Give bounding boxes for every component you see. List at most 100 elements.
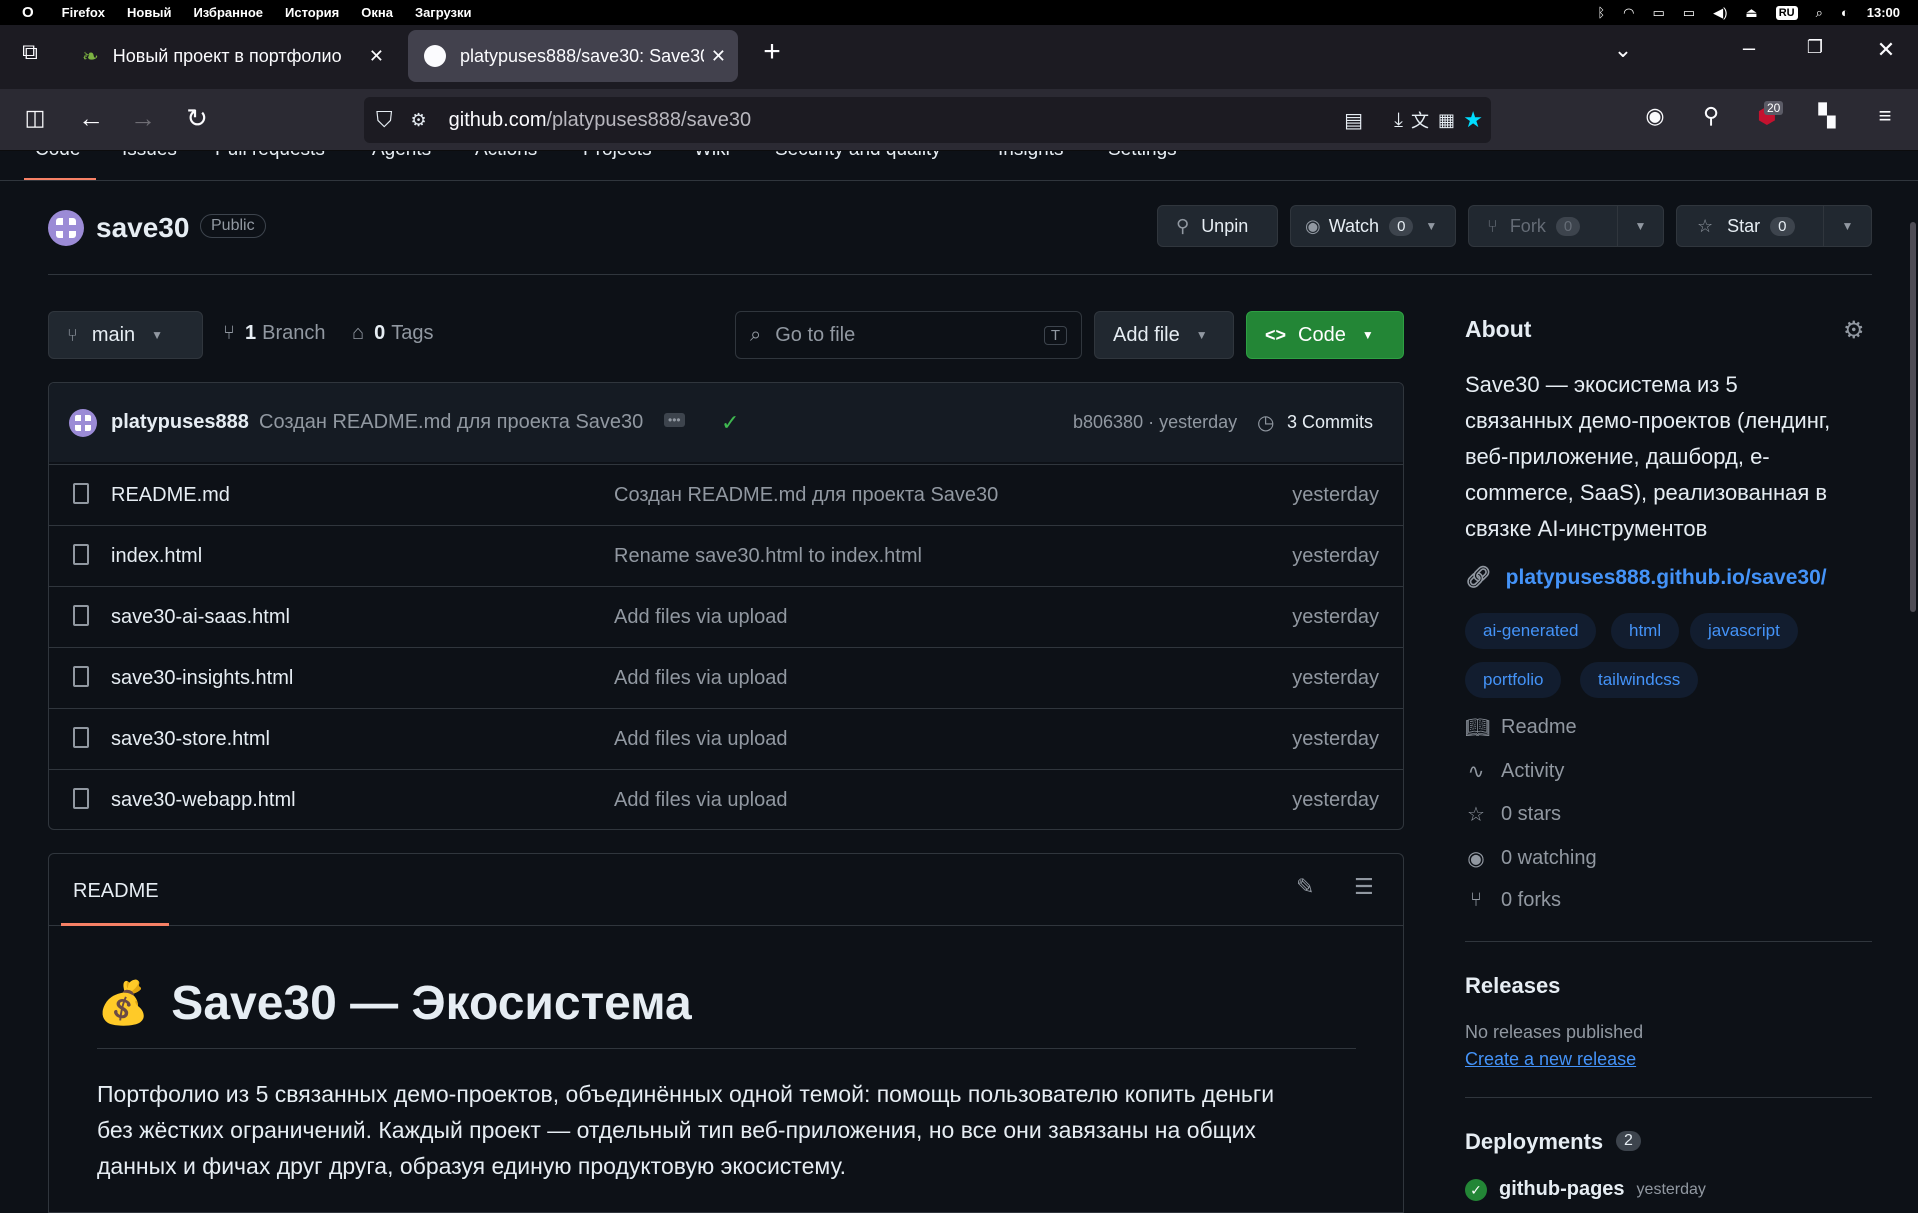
account-icon[interactable]: ◉ <box>1640 103 1670 129</box>
bluetooth-icon[interactable]: ᛒ <box>1597 5 1605 20</box>
topic-javascript[interactable]: javascript <box>1690 613 1798 649</box>
search-icon[interactable]: ⌕ <box>1816 5 1823 21</box>
about-settings-gear-icon[interactable]: ⚙ <box>1843 316 1865 345</box>
save-page-icon[interactable]: ⤓ <box>1394 109 1403 132</box>
topic-tailwindcss[interactable]: tailwindcss <box>1580 662 1699 698</box>
apps-icon[interactable]: ▚ <box>1812 103 1842 129</box>
edit-pencil-icon[interactable]: ✎ <box>1296 874 1314 900</box>
commits-link[interactable]: 3 Commits <box>1287 412 1373 433</box>
repo-tab-agents[interactable]: Agents <box>372 151 431 161</box>
outline-list-icon[interactable]: ☰ <box>1354 874 1374 900</box>
menu-new[interactable]: Новый <box>127 5 171 20</box>
activity-link[interactable]: ∿ Activity <box>1465 759 1565 784</box>
file-row[interactable]: save30-insights.html Add files via upload… <box>49 647 1403 708</box>
readme-tab[interactable]: README <box>73 880 159 903</box>
file-row[interactable]: save30-store.html Add files via upload yes… <box>49 708 1403 769</box>
ellipsis-icon[interactable]: ••• <box>664 413 685 427</box>
create-release-link[interactable]: Create a new release <box>1465 1049 1636 1070</box>
file-commit-message[interactable]: Add files via upload <box>614 667 787 690</box>
wifi-icon[interactable]: ◠ <box>1623 5 1634 21</box>
readme-link[interactable]: 📖︎ Readme <box>1465 715 1577 740</box>
unpin-button[interactable]: ⚲ Unpin <box>1157 205 1278 247</box>
file-name[interactable]: README.md <box>111 484 230 507</box>
menu-history[interactable]: История <box>285 5 339 20</box>
commit-author[interactable]: platypuses888 <box>111 411 249 434</box>
homepage-link[interactable]: 🔗︎ platypuses888.github.io/save30/ <box>1465 566 1827 590</box>
tags-link[interactable]: ⌂ 0 Tags <box>352 322 433 345</box>
file-commit-message[interactable]: Создан README.md для проекта Save30 <box>614 484 998 507</box>
watching-link[interactable]: ◉ 0 watching <box>1465 846 1596 871</box>
extensions-icon[interactable]: ⚲ <box>1696 103 1726 129</box>
file-row[interactable]: index.html Rename save30.html to index.ht… <box>49 525 1403 586</box>
topic-portfolio[interactable]: portfolio <box>1465 662 1562 698</box>
tab-overview-icon[interactable]: ⧉ <box>16 39 44 65</box>
apple-icon[interactable]: O <box>22 4 34 21</box>
repo-tab-insights[interactable]: Insights <box>998 151 1063 161</box>
forward-icon[interactable]: → <box>128 103 158 134</box>
repo-name[interactable]: save30 <box>96 212 189 244</box>
menu-downloads[interactable]: Загрузки <box>415 5 472 20</box>
code-button[interactable]: <> Code ▼ <box>1246 311 1404 359</box>
page-settings-icon[interactable]: ⚙ <box>411 110 427 131</box>
reader-view-icon[interactable]: ▤ <box>1344 108 1363 133</box>
translate-icon[interactable]: 文 <box>1411 107 1429 133</box>
close-tab-icon[interactable]: ✕ <box>369 46 384 67</box>
repo-tab-projects[interactable]: Projects <box>583 151 652 161</box>
file-commit-message[interactable]: Add files via upload <box>614 789 787 812</box>
file-row[interactable]: save30-webapp.html Add files via upload ye… <box>49 769 1403 830</box>
repo-tab-pulls[interactable]: Pull requests <box>215 151 325 161</box>
menu-favorites[interactable]: Избранное <box>193 5 263 20</box>
file-name[interactable]: save30-ai-saas.html <box>111 606 290 629</box>
file-commit-message[interactable]: Rename save30.html to index.html <box>614 545 922 568</box>
url-bar[interactable]: ⛉ ⚙ github.com/platypuses888/save30 ▤ ⤓ … <box>364 97 1491 143</box>
page-scrollbar-thumb[interactable] <box>1910 222 1916 612</box>
add-file-button[interactable]: Add file ▼ <box>1094 311 1234 359</box>
tab-list-chevron-icon[interactable]: ⌄ <box>1608 37 1638 63</box>
fork-button[interactable]: ⑂ Fork 0 <box>1468 205 1618 247</box>
menu-firefox[interactable]: Firefox <box>62 5 105 20</box>
control-center-icon[interactable]: ◐ <box>1841 5 1849 20</box>
star-button[interactable]: ☆ Star 0 <box>1676 205 1824 247</box>
repo-tab-code[interactable]: Code <box>35 151 80 161</box>
file-name[interactable]: save30-insights.html <box>111 667 293 690</box>
reload-icon[interactable]: ↻ <box>182 103 212 134</box>
repo-tab-settings[interactable]: Settings <box>1108 151 1177 161</box>
stars-link[interactable]: ☆ 0 stars <box>1465 802 1561 827</box>
commit-hash-time[interactable]: b806380 · yesterday <box>1073 412 1237 433</box>
releases-title[interactable]: Releases <box>1465 973 1560 999</box>
commit-message[interactable]: Создан README.md для проекта Save30 <box>259 411 643 434</box>
check-icon[interactable]: ✓ <box>721 410 739 436</box>
branches-link[interactable]: ⑂ 1 Branch <box>223 322 326 345</box>
shield-icon[interactable]: ⛉ <box>376 107 393 133</box>
forks-link[interactable]: ⑂ 0 forks <box>1465 889 1561 912</box>
back-icon[interactable]: ← <box>76 103 106 134</box>
fork-dropdown-button[interactable]: ▼ <box>1617 205 1664 247</box>
file-commit-message[interactable]: Add files via upload <box>614 606 787 629</box>
sidebar-toggle-icon[interactable]: ◫ <box>20 105 50 131</box>
repo-tab-wiki[interactable]: Wiki <box>694 151 730 161</box>
repo-tab-actions[interactable]: Actions <box>475 151 537 161</box>
topic-ai-generated[interactable]: ai-generated <box>1465 613 1597 649</box>
close-window-icon[interactable]: ✕ <box>1871 37 1901 63</box>
volume-icon[interactable]: ◀) <box>1713 5 1727 21</box>
file-name[interactable]: index.html <box>111 545 202 568</box>
minimize-icon[interactable]: – <box>1734 35 1764 61</box>
file-row[interactable]: save30-ai-saas.html Add files via upload y… <box>49 586 1403 647</box>
star-dropdown-button[interactable]: ▼ <box>1823 205 1872 247</box>
eject-icon[interactable]: ⏏ <box>1745 5 1757 21</box>
file-commit-message[interactable]: Add files via upload <box>614 728 787 751</box>
deployments-title[interactable]: Deployments <box>1465 1129 1603 1155</box>
close-tab-icon[interactable]: ✕ <box>706 45 726 67</box>
tab-github[interactable]: platypuses888/save30: Save30 - ✕ <box>408 30 738 82</box>
branch-selector[interactable]: ⑂ main ▼ <box>48 311 203 359</box>
new-tab-icon[interactable]: + <box>757 35 787 69</box>
display-icon[interactable]: ▭ <box>1653 5 1665 21</box>
restore-icon[interactable]: ❐ <box>1800 37 1830 58</box>
battery-icon[interactable]: ▭ <box>1683 5 1695 21</box>
watch-button[interactable]: ◉ Watch 0 ▼ <box>1290 205 1456 247</box>
input-language[interactable]: RU <box>1775 5 1798 20</box>
repo-tab-security[interactable]: Security and quality <box>775 151 941 161</box>
file-row[interactable]: README.md Создан README.md для проекта Sa… <box>49 464 1403 525</box>
file-name[interactable]: save30-webapp.html <box>111 789 296 812</box>
hamburger-menu-icon[interactable]: ≡ <box>1870 103 1900 129</box>
